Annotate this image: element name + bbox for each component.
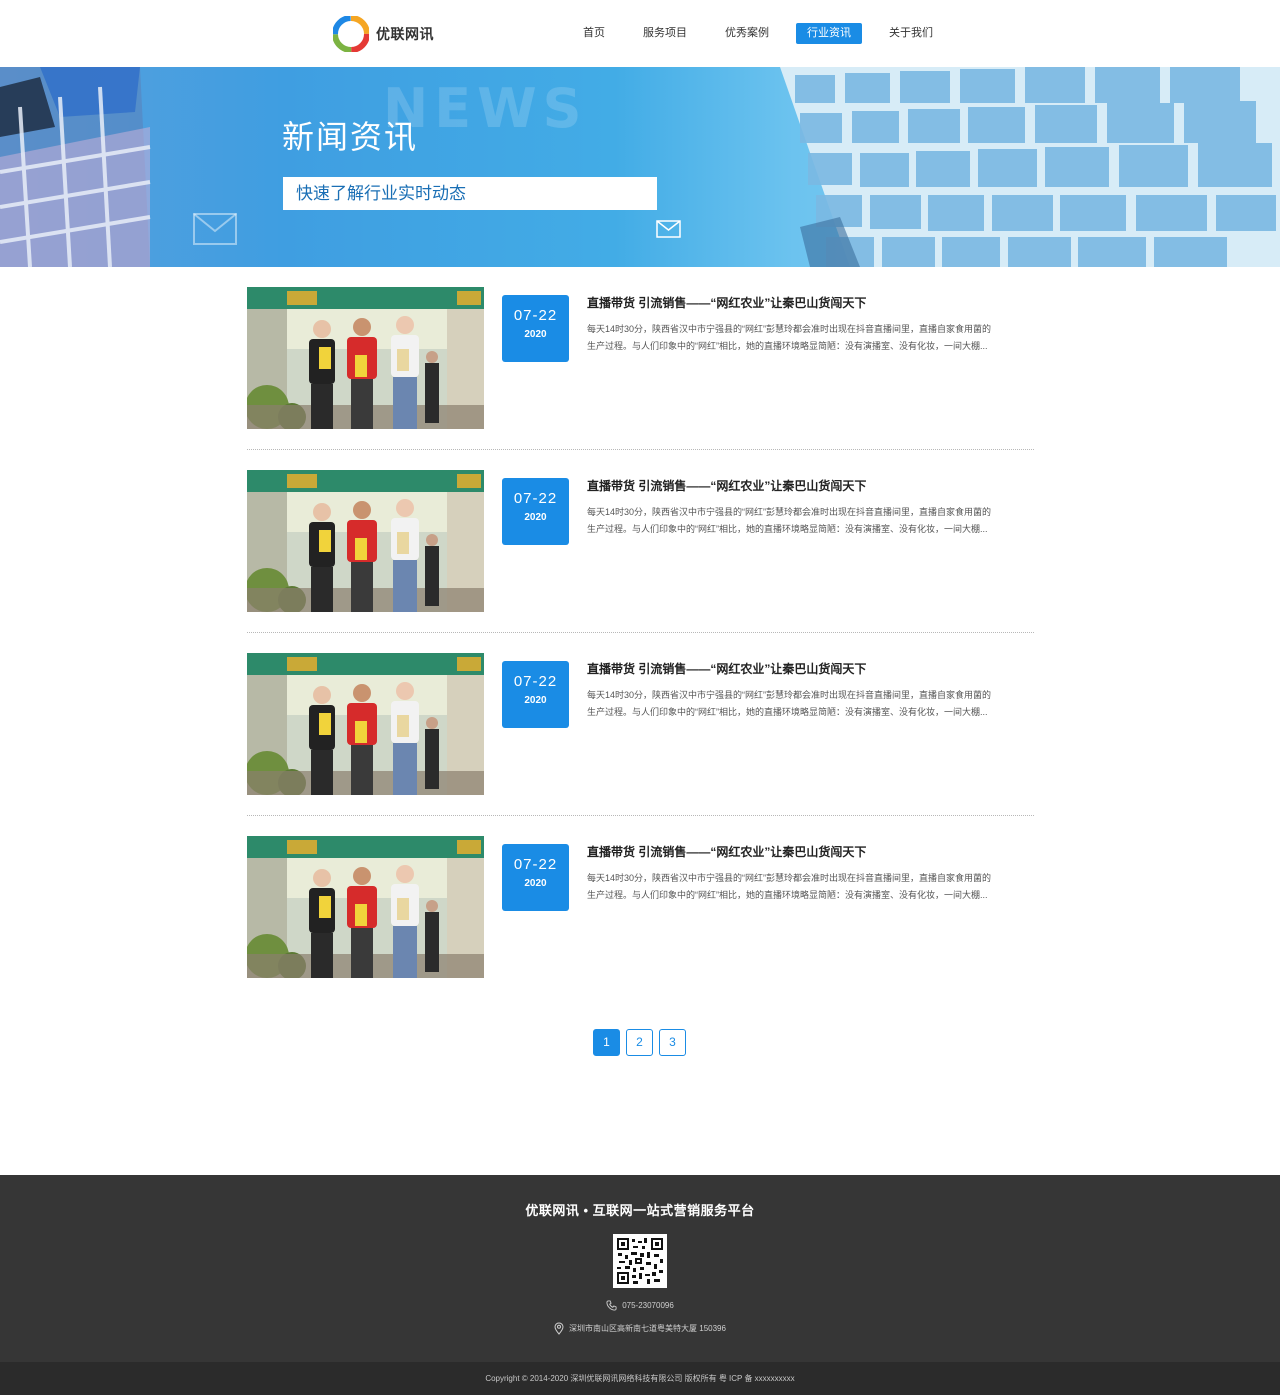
news-year: 2020 — [524, 329, 547, 340]
site-footer: 优联网讯 • 互联网一站式营销服务平台 075-23070096 深圳市南山区高 — [0, 1175, 1280, 1362]
nav-cases[interactable]: 优秀案例 — [714, 23, 780, 44]
news-date: 07-22 — [513, 307, 558, 324]
news-date-badge[interactable]: 07-22 2020 — [502, 295, 569, 362]
divider — [247, 632, 1034, 633]
nav-about[interactable]: 关于我们 — [878, 23, 944, 44]
news-title[interactable]: 直播带货 引流销售——“网红农业”让秦巴山货闯天下 — [587, 477, 866, 494]
logo-text: 优联网讯 — [376, 26, 434, 42]
mail-icon — [193, 213, 237, 245]
logo-swirl-icon — [333, 16, 369, 52]
news-item[interactable]: 07-22 2020 直播带货 引流销售——“网红农业”让秦巴山货闯天下 每天1… — [247, 653, 1034, 816]
divider — [247, 449, 1034, 450]
news-item[interactable]: 07-22 2020 直播带货 引流销售——“网红农业”让秦巴山货闯天下 每天1… — [247, 836, 1034, 999]
news-date: 07-22 — [513, 673, 558, 690]
nav-industry-news[interactable]: 行业资讯 — [796, 23, 862, 44]
footer-phone-row: 075-23070096 — [0, 1300, 1280, 1311]
news-date: 07-22 — [513, 490, 558, 507]
nav-home[interactable]: 首页 — [572, 23, 616, 44]
page-button-3[interactable]: 3 — [659, 1029, 686, 1056]
news-title[interactable]: 直播带货 引流销售——“网红农业”让秦巴山货闯天下 — [587, 294, 866, 311]
divider — [247, 815, 1034, 816]
news-thumbnail[interactable] — [247, 287, 484, 429]
qr-code-icon — [613, 1234, 667, 1288]
news-thumbnail[interactable] — [247, 653, 484, 795]
main-nav: 首页 服务项目 优秀案例 行业资讯 关于我们 — [572, 23, 960, 44]
footer-address: 深圳市南山区高新南七道粤美特大厦 150396 — [569, 1324, 726, 1333]
banner-title: 新闻资讯 — [282, 119, 419, 155]
logo[interactable]: 优联网讯 — [333, 15, 434, 53]
page-button-2[interactable]: 2 — [626, 1029, 653, 1056]
banner-subtitle: 快速了解行业实时动态 — [283, 177, 657, 210]
footer-slogan: 优联网讯 • 互联网一站式营销服务平台 — [525, 1203, 755, 1218]
news-item[interactable]: 07-22 2020 直播带货 引流销售——“网红农业”让秦巴山货闯天下 每天1… — [247, 287, 1034, 450]
news-year: 2020 — [524, 878, 547, 889]
news-title[interactable]: 直播带货 引流销售——“网红农业”让秦巴山货闯天下 — [587, 843, 866, 860]
news-thumbnail[interactable] — [247, 836, 484, 978]
nav-services[interactable]: 服务项目 — [632, 23, 698, 44]
news-year: 2020 — [524, 695, 547, 706]
footer-phone: 075-23070096 — [622, 1301, 674, 1310]
page-button-1[interactable]: 1 — [593, 1029, 620, 1056]
news-thumbnail[interactable] — [247, 470, 484, 612]
news-date-badge[interactable]: 07-22 2020 — [502, 844, 569, 911]
news-date-badge[interactable]: 07-22 2020 — [502, 661, 569, 728]
news-date: 07-22 — [513, 856, 558, 873]
pagination: 1 2 3 — [593, 1029, 692, 1056]
news-excerpt: 每天14时30分，陕西省汉中市宁强县的“网红”彭慧玲都会准时出现在抖音直播间里，… — [587, 690, 992, 717]
site-header: 优联网讯 首页 服务项目 优秀案例 行业资讯 关于我们 — [0, 0, 1280, 67]
news-date-badge[interactable]: 07-22 2020 — [502, 478, 569, 545]
mail-icon — [656, 220, 681, 238]
copyright-bar: Copyright © 2014-2020 深圳优联网讯网络科技有限公司 版权所… — [0, 1362, 1280, 1395]
news-title[interactable]: 直播带货 引流销售——“网红农业”让秦巴山货闯天下 — [587, 660, 866, 677]
news-excerpt: 每天14时30分，陕西省汉中市宁强县的“网红”彭慧玲都会准时出现在抖音直播间里，… — [587, 873, 992, 900]
news-excerpt: 每天14时30分，陕西省汉中市宁强县的“网红”彭慧玲都会准时出现在抖音直播间里，… — [587, 324, 992, 351]
location-pin-icon — [554, 1322, 564, 1335]
footer-address-row: 深圳市南山区高新南七道粤美特大厦 150396 — [0, 1322, 1280, 1335]
hero-banner: NEWS 新闻资讯 快速了解行业实时动态 — [0, 67, 1280, 267]
banner-building-image — [0, 67, 1280, 267]
news-item[interactable]: 07-22 2020 直播带货 引流销售——“网红农业”让秦巴山货闯天下 每天1… — [247, 470, 1034, 633]
news-year: 2020 — [524, 512, 547, 523]
news-excerpt: 每天14时30分，陕西省汉中市宁强县的“网红”彭慧玲都会准时出现在抖音直播间里，… — [587, 507, 992, 534]
phone-icon — [606, 1300, 617, 1311]
